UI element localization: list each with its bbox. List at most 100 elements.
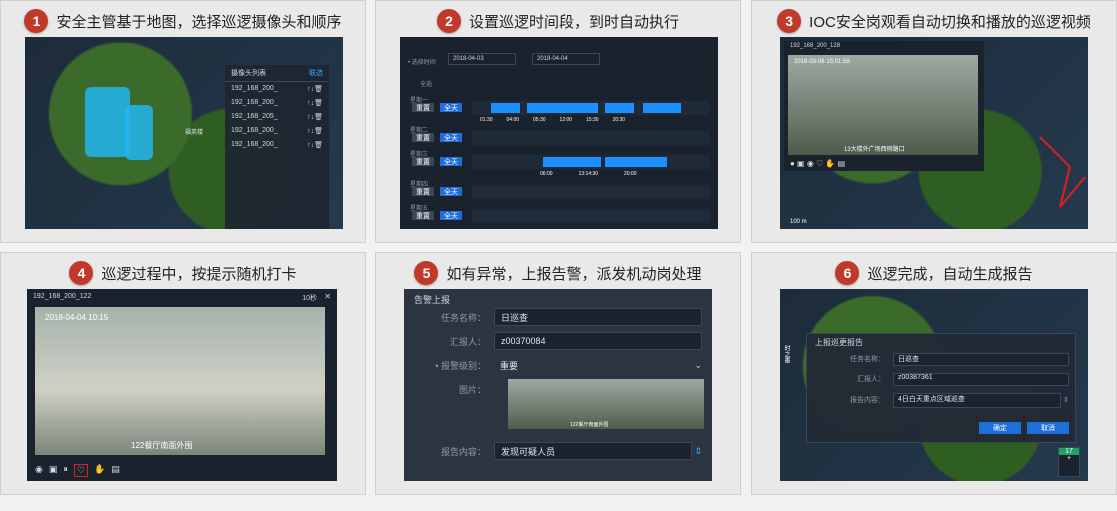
checkin-icon[interactable]: ♡ xyxy=(73,464,88,477)
reset-button[interactable]: 重置 xyxy=(412,133,434,142)
video-window[interactable]: 192_168_200_128 2018-03-06 15:01:58 13大楼… xyxy=(784,41,984,171)
camera-list-item[interactable]: 192_168_200_ ↑↓🗑 xyxy=(225,82,329,96)
dialog-title: 上报巡更报告 xyxy=(815,338,863,347)
timeline-row[interactable] xyxy=(472,185,710,199)
zoom-in-icon[interactable]: + xyxy=(1059,455,1079,462)
time-label: 01:30 xyxy=(480,117,493,123)
step-title: 安全主管基于地图，选择巡逻摄像头和顺序 xyxy=(56,13,342,31)
reset-button[interactable]: 重置 xyxy=(412,103,434,112)
timeline-row[interactable] xyxy=(472,209,710,223)
start-date-input[interactable]: 2018-04-03 xyxy=(448,53,516,65)
level-select[interactable]: 重要 xyxy=(494,356,694,374)
camera-name: 192_168_200_ xyxy=(231,127,278,134)
time-block[interactable] xyxy=(543,157,601,167)
timeline-row[interactable] xyxy=(472,155,710,169)
panel-action-link[interactable]: 联选 xyxy=(309,68,323,78)
time-label: 04:00 xyxy=(506,117,520,123)
content-label: 报告内容： xyxy=(440,446,486,457)
step-header: 4 巡逻过程中，按提示随机打卡 xyxy=(1,261,365,285)
panel-header: 摄像头列表 联选 xyxy=(225,65,329,82)
map-screenshot[interactable]: 福英楼 摄像头列表 联选 192_168_200_ ↑↓🗑 192_168_200… xyxy=(25,37,343,229)
step-number: 1 xyxy=(24,9,49,33)
time-label: 20:00 xyxy=(623,171,637,177)
time-label: 06:00 xyxy=(540,171,553,177)
close-icon[interactable]: ✕ xyxy=(324,292,331,301)
camera-name: 192_168_200_ xyxy=(231,85,278,92)
content-field[interactable]: 4日白天重点区域巡查 xyxy=(893,392,1062,408)
reset-button[interactable]: 重置 xyxy=(412,211,434,220)
time-label: 20:30 xyxy=(612,117,626,123)
camera-list-item[interactable]: 192_168_200_ ↑↓🗑 xyxy=(225,96,329,110)
hand-icon[interactable]: ✋ xyxy=(94,464,105,477)
select-all-checkbox[interactable]: 全选 xyxy=(420,79,432,88)
content-field[interactable]: 发现可疑人员 xyxy=(494,442,693,460)
full-day-button[interactable]: 全天 xyxy=(440,211,462,220)
playback-controls: ◉ ▣ ⏸ ♡ ✋ ▤ xyxy=(35,464,120,477)
time-block[interactable] xyxy=(605,103,634,113)
step-card-4: 4 巡逻过程中，按提示随机打卡 192_168_200_122 10秒 ✕ 20… xyxy=(0,252,366,495)
date-label: • 选择时间 xyxy=(408,60,436,66)
reporter-label: 汇报人： xyxy=(449,336,486,347)
camera-cluster[interactable] xyxy=(85,87,130,157)
full-day-button[interactable]: 全天 xyxy=(440,103,462,112)
reset-button[interactable]: 重置 xyxy=(412,187,434,196)
camera-title: 192_168_200_122 xyxy=(33,293,92,300)
time-block[interactable] xyxy=(491,103,520,113)
reorder-icons[interactable]: ↑↓🗑 xyxy=(307,141,323,149)
stepper-icon[interactable]: ⇕ xyxy=(1063,396,1069,404)
camera-cluster[interactable] xyxy=(125,105,153,160)
panel-title: 摄像头列表 xyxy=(231,70,266,77)
camera-list-panel: 摄像头列表 联选 192_168_200_ ↑↓🗑 192_168_200_ ↑↓🗑… xyxy=(225,65,329,229)
full-day-button[interactable]: 全天 xyxy=(440,157,462,166)
reporter-field[interactable]: z00370084 xyxy=(494,332,702,350)
video-timestamp: 2018-04-04 10:15 xyxy=(45,313,109,322)
window-icon[interactable]: ▣ xyxy=(49,464,58,477)
time-block[interactable] xyxy=(605,157,668,167)
task-field[interactable]: 日巡查 xyxy=(893,352,1069,366)
patrol-route xyxy=(1039,136,1086,208)
camera-list-item[interactable]: 192_168_200_ ↑↓🗑 xyxy=(225,124,329,138)
camera-title: 192_168_200_128 xyxy=(790,43,841,49)
report-icon[interactable]: ▤ xyxy=(111,464,120,477)
timeline-row[interactable] xyxy=(472,101,710,115)
camera-list-item[interactable]: 192_168_205_ ↑↓🗑 xyxy=(225,110,329,124)
step-card-2: 2 设置巡逻时间段，到时自动执行 • 选择时间 2018-04-03 2018-… xyxy=(375,0,741,243)
alarm-image[interactable]: 122餐厅南面外围 xyxy=(508,379,704,429)
level-label: • 报警级别： xyxy=(435,360,486,371)
alarm-report-screenshot: 告警上报 任务名称： 日巡查 汇报人： z00370084 • 报警级别： 重要… xyxy=(404,289,712,481)
reset-button[interactable]: 重置 xyxy=(412,157,434,166)
chevron-down-icon[interactable]: ⌄ xyxy=(694,360,702,371)
step-title: 巡逻过程中，按提示随机打卡 xyxy=(101,265,297,283)
pause-icon[interactable]: ⏸ xyxy=(63,464,68,477)
end-date-input[interactable]: 2018-04-04 xyxy=(532,53,600,65)
zoom-level: 17 xyxy=(1059,448,1079,455)
time-label: 12:00 xyxy=(559,117,573,123)
content-label: 报告内容： xyxy=(850,397,885,404)
task-label: 任务名称： xyxy=(850,356,885,363)
reorder-icons[interactable]: ↑↓🗑 xyxy=(307,127,323,135)
camera-list-item[interactable]: 192_168_200_ ↑↓🗑 xyxy=(225,138,329,152)
reporter-row: 汇报人： z00387361 xyxy=(813,372,1069,386)
map-label: 福英楼 xyxy=(185,130,204,136)
step-header: 1 安全主管基于地图，选择巡逻摄像头和顺序 xyxy=(1,9,365,33)
full-day-button[interactable]: 全天 xyxy=(440,133,462,142)
playback-controls[interactable]: ● ▣ ◉ ♡ ✋ ▤ xyxy=(790,159,845,168)
full-day-button[interactable]: 全天 xyxy=(440,187,462,196)
zoom-control[interactable]: 17 + xyxy=(1058,447,1080,477)
stepper-icon[interactable]: ⇕ xyxy=(694,446,702,457)
confirm-button[interactable]: 确定 xyxy=(979,422,1021,434)
time-block[interactable] xyxy=(526,103,599,113)
reporter-field[interactable]: z00387361 xyxy=(893,372,1069,386)
reorder-icons[interactable]: ↑↓🗑 xyxy=(307,85,323,93)
time-label: 05:30 xyxy=(533,117,546,123)
reorder-icons[interactable]: ↑↓🗑 xyxy=(307,99,323,107)
time-label: 13:14:30 xyxy=(578,171,598,177)
reorder-icons[interactable]: ↑↓🗑 xyxy=(307,113,323,121)
task-field[interactable]: 日巡查 xyxy=(494,308,702,326)
camera-name: 192_168_205_ xyxy=(231,113,278,120)
timeline-row[interactable] xyxy=(472,131,710,145)
cancel-button[interactable]: 取消 xyxy=(1027,422,1069,434)
step-title: 设置巡逻时间段，到时自动执行 xyxy=(468,13,679,31)
play-icon[interactable]: ◉ xyxy=(35,464,43,477)
time-block[interactable] xyxy=(643,103,682,113)
